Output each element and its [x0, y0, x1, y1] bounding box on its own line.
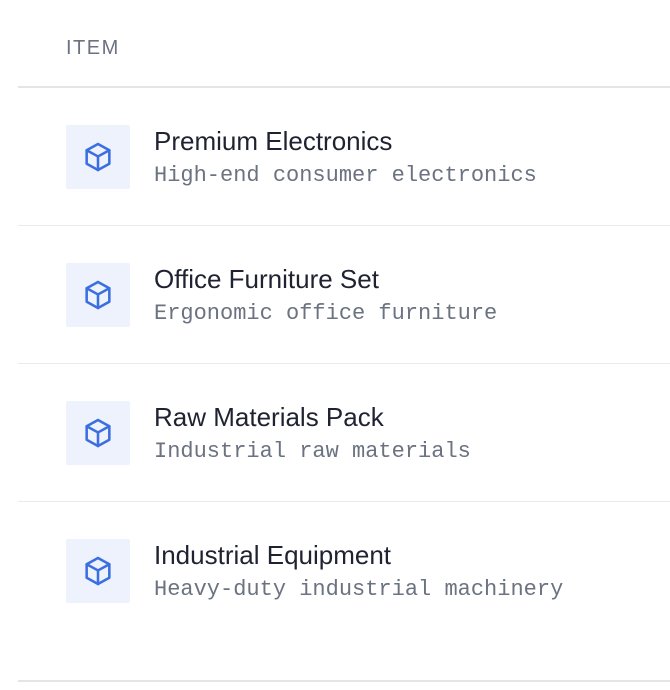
item-title: Office Furniture Set	[154, 264, 379, 294]
table-header: ITEM	[18, 0, 670, 88]
item-description: High-end consumer electronics	[154, 163, 537, 188]
item-description: Heavy-duty industrial machinery	[154, 577, 564, 602]
package-icon	[66, 401, 130, 465]
table-bottom-divider	[18, 680, 670, 682]
item-description: Ergonomic office furniture	[154, 301, 498, 326]
item-title: Industrial Equipment	[154, 540, 392, 570]
package-icon	[66, 125, 130, 189]
package-icon	[66, 539, 130, 603]
column-header-item: ITEM	[66, 37, 120, 59]
table-row[interactable]: Industrial Equipment Heavy-duty industri…	[18, 502, 670, 640]
table-row[interactable]: Office Furniture Set Ergonomic office fu…	[18, 226, 670, 364]
table-row[interactable]: Raw Materials Pack Industrial raw materi…	[18, 364, 670, 502]
table-row[interactable]: Premium Electronics High-end consumer el…	[18, 88, 670, 226]
package-icon	[66, 263, 130, 327]
item-description: Industrial raw materials	[154, 439, 471, 464]
item-title: Premium Electronics	[154, 126, 393, 156]
item-title: Raw Materials Pack	[154, 402, 384, 432]
items-table: ITEM Premium Electronics High-end consum…	[18, 0, 670, 640]
